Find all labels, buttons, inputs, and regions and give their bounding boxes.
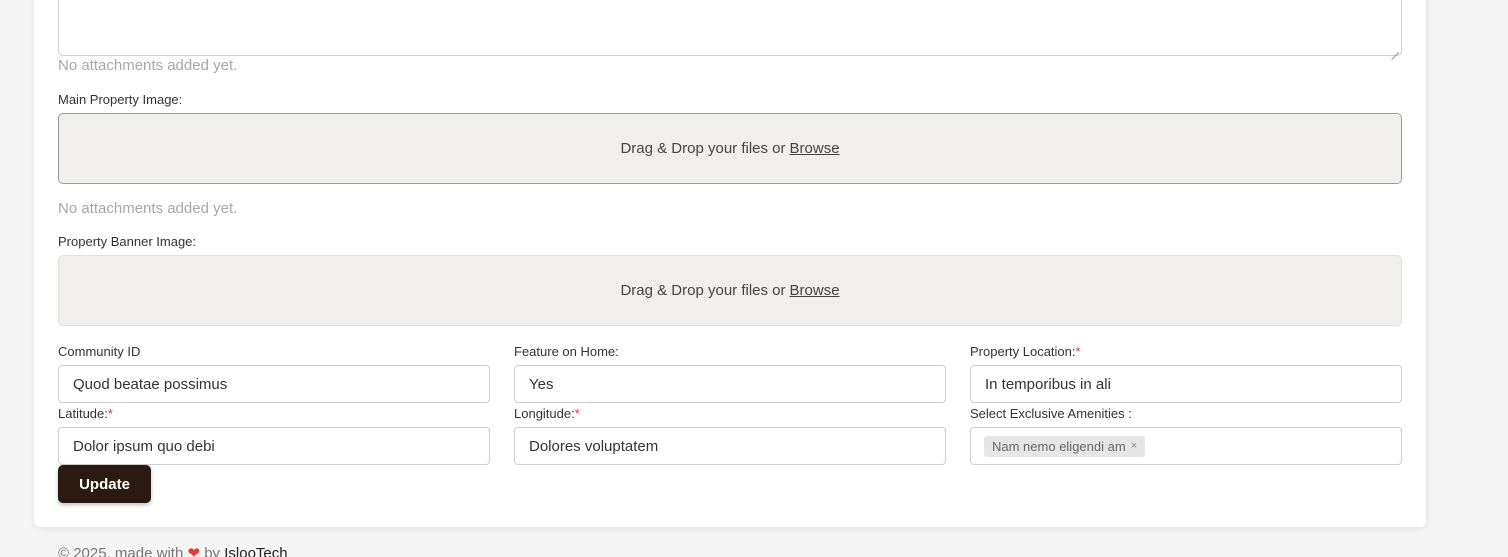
attachments-note: No attachments added yet. <box>58 57 238 74</box>
banner-image-label: Property Banner Image: <box>58 234 197 249</box>
amenity-tag: Nam nemo eligendi am × <box>984 435 1146 457</box>
feature-on-home-label: Feature on Home: <box>514 344 619 359</box>
property-location-label: Property Location:* <box>970 344 1081 359</box>
description-textarea[interactable] <box>58 0 1402 56</box>
longitude-label: Longitude:* <box>514 406 580 421</box>
dropzone-text: Drag & Drop your files or <box>620 140 786 157</box>
heart-icon: ❤ <box>187 545 201 557</box>
latitude-label: Latitude:* <box>58 406 113 421</box>
browse-link[interactable]: Browse <box>790 282 840 299</box>
resize-handle-icon[interactable] <box>1391 45 1399 53</box>
remove-tag-icon[interactable]: × <box>1131 440 1137 452</box>
main-image-label: Main Property Image: <box>58 92 183 107</box>
latitude-input[interactable]: Dolor ipsum quo debi <box>58 427 490 465</box>
property-form-card: No attachments added yet. Main Property … <box>34 0 1426 527</box>
required-marker: * <box>574 406 580 421</box>
footer-by: by <box>204 545 221 557</box>
footer-prefix: © 2025, made with <box>58 545 184 557</box>
footer: © 2025, made with ❤ by IslooTech <box>58 544 288 557</box>
feature-on-home-select[interactable]: Yes <box>514 365 946 403</box>
required-marker: * <box>107 406 113 421</box>
community-id-label: Community ID <box>58 344 141 359</box>
attachments-note: No attachments added yet. <box>58 200 238 217</box>
longitude-input[interactable]: Dolores voluptatem <box>514 427 946 465</box>
amenities-multiselect[interactable]: Nam nemo eligendi am × <box>970 427 1402 465</box>
banner-image-dropzone[interactable]: Drag & Drop your files or Browse <box>58 255 1402 326</box>
company-link[interactable]: IslooTech <box>224 545 287 557</box>
community-id-input[interactable]: Quod beatae possimus <box>58 365 490 403</box>
update-button[interactable]: Update <box>58 465 151 503</box>
required-marker: * <box>1075 344 1081 359</box>
amenities-label: Select Exclusive Amenities : <box>970 406 1132 421</box>
amenity-tag-label: Nam nemo eligendi am <box>992 438 1126 454</box>
main-image-dropzone[interactable]: Drag & Drop your files or Browse <box>58 113 1402 184</box>
browse-link[interactable]: Browse <box>790 140 840 157</box>
property-location-input[interactable]: In temporibus in ali <box>970 365 1402 403</box>
dropzone-text: Drag & Drop your files or <box>620 282 786 299</box>
